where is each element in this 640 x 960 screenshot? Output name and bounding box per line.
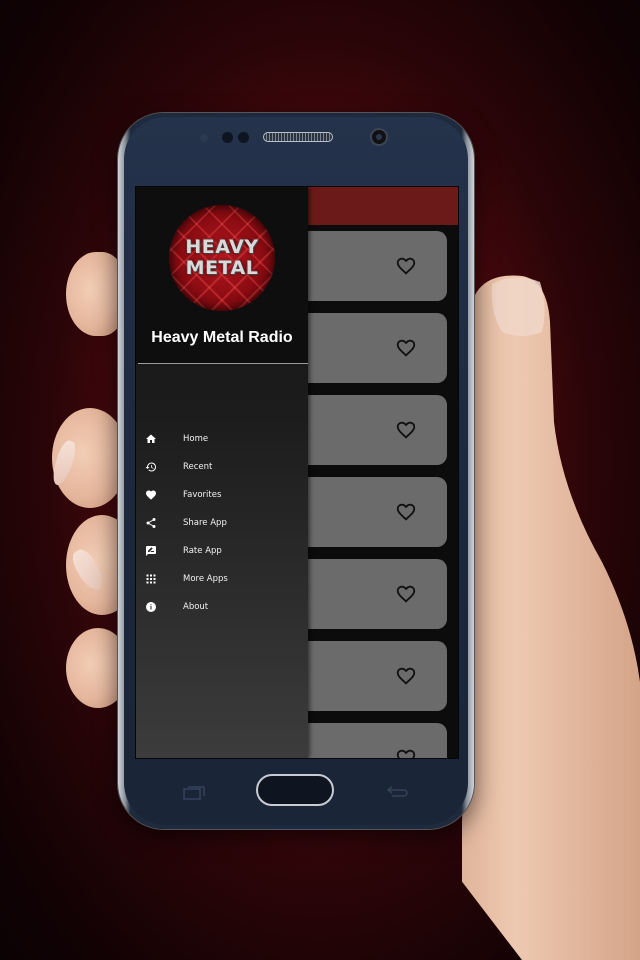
history-icon xyxy=(145,461,157,473)
drawer-item-rate-app[interactable]: Rate App xyxy=(136,537,308,565)
drawer-item-label: Rate App xyxy=(183,546,222,556)
favorite-heart-outline-icon[interactable] xyxy=(395,255,417,277)
logo-text-line1: HEAVY xyxy=(185,236,259,258)
favorite-heart-outline-icon[interactable] xyxy=(395,747,417,758)
app-logo: HEAVY METAL xyxy=(169,205,275,311)
drawer-item-share-app[interactable]: Share App xyxy=(136,509,308,537)
drawer-item-about[interactable]: About xyxy=(136,593,308,621)
drawer-item-label: Share App xyxy=(183,518,227,528)
drawer-item-more-apps[interactable]: More Apps xyxy=(136,565,308,593)
light-sensor xyxy=(222,132,233,143)
drawer-header: HEAVY METAL Heavy Metal Radio xyxy=(136,187,308,363)
navigation-drawer: HEAVY METAL Heavy Metal Radio Home Recen… xyxy=(136,187,308,758)
info-icon xyxy=(145,601,157,613)
drawer-item-label: Favorites xyxy=(183,490,222,500)
index-finger xyxy=(66,252,126,336)
drawer-item-label: Home xyxy=(183,434,209,444)
rate-review-icon xyxy=(145,545,157,557)
heart-icon xyxy=(145,489,157,501)
favorite-heart-outline-icon[interactable] xyxy=(395,337,417,359)
drawer-menu: Home Recent Favorites Share App Rate App… xyxy=(136,425,308,621)
home-button[interactable] xyxy=(256,774,334,806)
thumb-and-palm xyxy=(462,275,640,960)
favorite-heart-outline-icon[interactable] xyxy=(395,419,417,441)
home-icon xyxy=(145,433,157,445)
drawer-item-label: Recent xyxy=(183,462,213,472)
logo-text-line2: METAL xyxy=(185,257,259,279)
earpiece-speaker xyxy=(263,132,333,142)
drawer-item-label: More Apps xyxy=(183,574,228,584)
drawer-divider xyxy=(138,363,308,364)
front-camera xyxy=(370,128,388,146)
apps-grid-icon xyxy=(145,573,157,585)
recent-apps-key[interactable] xyxy=(182,784,206,800)
favorite-heart-outline-icon[interactable] xyxy=(395,583,417,605)
app-name: Heavy Metal Radio xyxy=(151,329,293,346)
drawer-item-recent[interactable]: Recent xyxy=(136,453,308,481)
drawer-item-label: About xyxy=(183,602,209,612)
share-icon xyxy=(145,517,157,529)
favorite-heart-outline-icon[interactable] xyxy=(395,501,417,523)
favorite-heart-outline-icon[interactable] xyxy=(395,665,417,687)
proximity-sensor xyxy=(200,134,208,142)
phone-screen: HEAVY METAL Heavy Metal Radio Home Recen… xyxy=(135,186,459,759)
drawer-item-favorites[interactable]: Favorites xyxy=(136,481,308,509)
back-key[interactable] xyxy=(386,784,410,800)
drawer-item-home[interactable]: Home xyxy=(136,425,308,453)
light-sensor xyxy=(238,132,249,143)
